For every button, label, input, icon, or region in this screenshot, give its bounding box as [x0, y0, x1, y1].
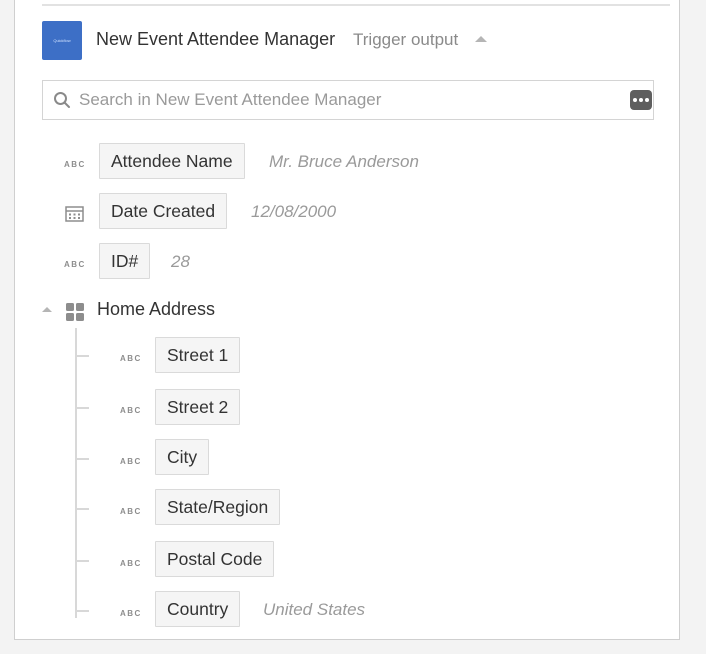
collapse-group-icon[interactable]: [42, 307, 52, 312]
text-type-icon: ABC: [64, 260, 86, 269]
caret-up-icon[interactable]: [475, 36, 487, 42]
tree-branch: [75, 508, 89, 510]
grid-icon: [66, 303, 84, 321]
more-dot-icon: [645, 98, 649, 102]
field-street-2[interactable]: Street 2: [155, 389, 241, 425]
field-sample-value: Mr. Bruce Anderson: [269, 152, 419, 171]
field-street-1[interactable]: Street 1: [155, 337, 241, 373]
app-logo: Quickflow: [42, 21, 82, 60]
tree-connector: [75, 328, 77, 618]
trigger-output-panel: Quickflow New Event Attendee Manager Tri…: [14, 0, 680, 640]
text-type-icon: ABC: [120, 507, 142, 516]
divider: [42, 4, 670, 6]
field-id[interactable]: ID#: [99, 243, 151, 279]
field-state-region[interactable]: State/Region: [155, 489, 281, 525]
field-date-created[interactable]: Date Created: [99, 193, 228, 229]
field-attendee-name[interactable]: Attendee Name: [99, 143, 245, 179]
section-subtitle[interactable]: Trigger output: [353, 30, 458, 50]
app-logo-text: Quickflow: [53, 38, 71, 43]
search-box[interactable]: [42, 80, 654, 120]
search-icon: [54, 92, 70, 108]
field-city[interactable]: City: [155, 439, 210, 475]
tree-branch: [75, 560, 89, 562]
more-dot-icon: [633, 98, 637, 102]
tree-branch: [75, 355, 89, 357]
text-type-icon: ABC: [120, 406, 142, 415]
more-options-button[interactable]: [630, 90, 652, 110]
field-postal-code[interactable]: Postal Code: [155, 541, 275, 577]
field-sample-value: 28: [171, 252, 190, 271]
tree-branch: [75, 458, 89, 460]
calendar-icon: [65, 206, 84, 222]
field-country[interactable]: Country: [155, 591, 241, 627]
text-type-icon: ABC: [120, 354, 142, 363]
text-type-icon: ABC: [64, 160, 86, 169]
text-type-icon: ABC: [120, 559, 142, 568]
more-dot-icon: [639, 98, 643, 102]
text-type-icon: ABC: [120, 457, 142, 466]
search-input[interactable]: [79, 81, 619, 119]
tree-branch: [75, 407, 89, 409]
group-home-address[interactable]: Home Address: [97, 299, 215, 320]
section-title: New Event Attendee Manager: [96, 29, 336, 49]
field-sample-value: 12/08/2000: [251, 202, 337, 221]
field-sample-value: United States: [263, 600, 366, 619]
text-type-icon: ABC: [120, 609, 142, 618]
tree-branch: [75, 610, 89, 612]
